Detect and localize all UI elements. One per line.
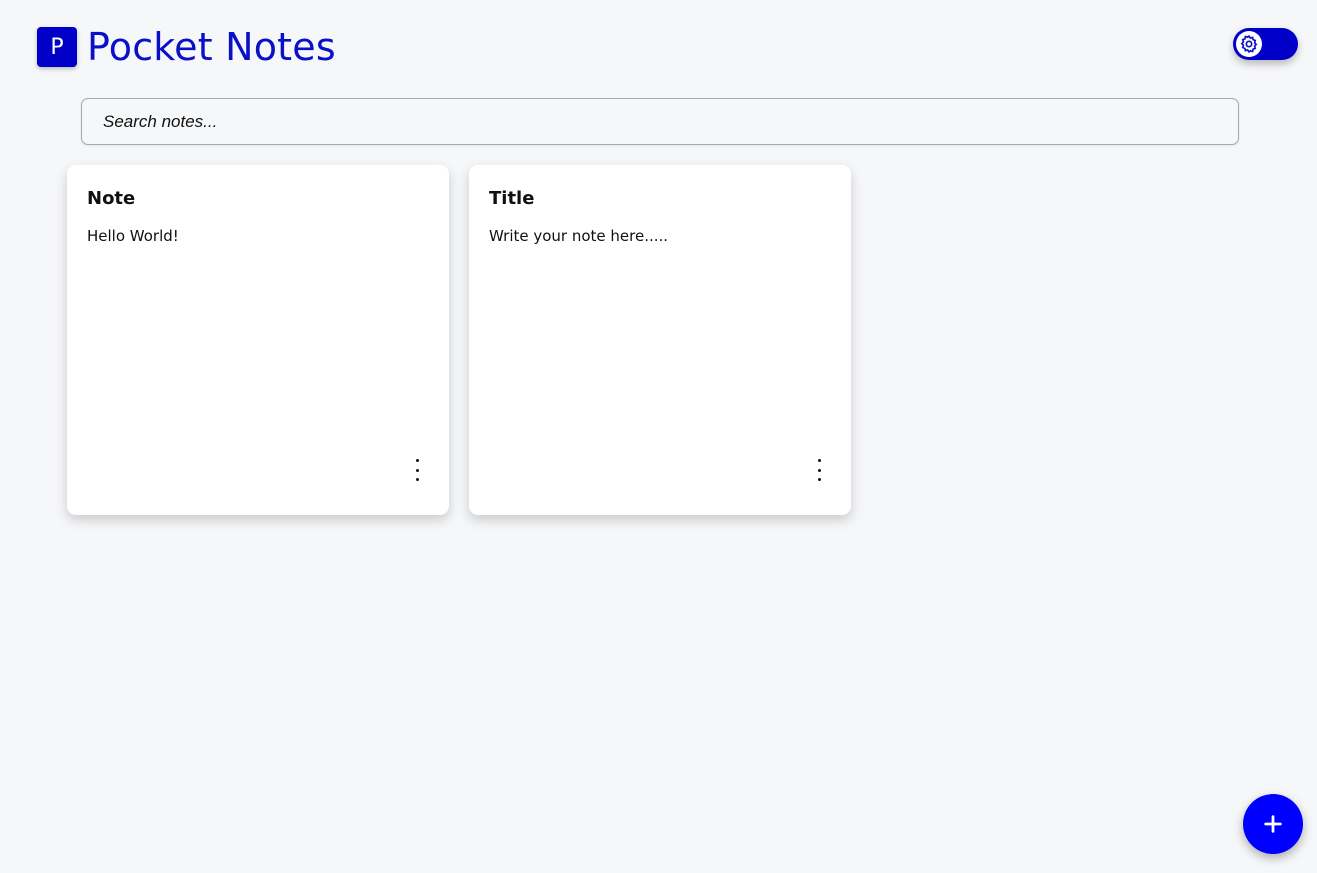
note-title: Title bbox=[489, 188, 535, 209]
more-vertical-icon[interactable] bbox=[409, 459, 425, 481]
note-card[interactable]: Title Write your note here..... bbox=[469, 165, 851, 515]
add-note-button[interactable] bbox=[1243, 794, 1303, 854]
note-card[interactable]: Note Hello World! bbox=[67, 165, 449, 515]
note-body: Hello World! bbox=[87, 227, 179, 245]
app-logo: P bbox=[37, 27, 77, 67]
toggle-knob bbox=[1236, 31, 1262, 57]
note-title: Note bbox=[87, 188, 136, 209]
plus-icon bbox=[1264, 815, 1282, 833]
app-header: P Pocket Notes bbox=[37, 26, 336, 68]
theme-toggle[interactable] bbox=[1233, 28, 1298, 60]
note-body: Write your note here..... bbox=[489, 227, 669, 245]
notes-grid: Note Hello World! Title Write your note … bbox=[67, 165, 851, 515]
app-title: Pocket Notes bbox=[87, 25, 336, 69]
gear-icon bbox=[1240, 34, 1258, 54]
app-root: P Pocket Notes Note Hello World! Title W… bbox=[0, 0, 1317, 873]
search-bar bbox=[81, 98, 1239, 145]
more-vertical-icon[interactable] bbox=[811, 459, 827, 481]
search-input[interactable] bbox=[81, 98, 1239, 145]
